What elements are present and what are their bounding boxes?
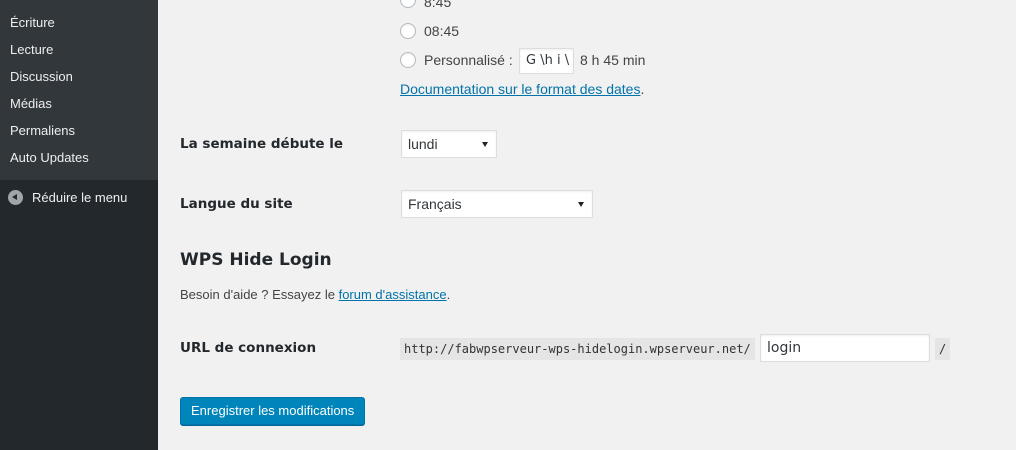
login-url-base: http://fabwpserveur-wps-hidelogin.wpserv… bbox=[400, 338, 755, 360]
custom-time-format-input[interactable]: G \h i \ bbox=[519, 48, 574, 74]
time-format-radio-custom[interactable] bbox=[400, 52, 416, 68]
time-format-label-2: 08:45 bbox=[424, 23, 460, 39]
time-format-label-custom: Personnalisé : bbox=[424, 52, 513, 68]
sidebar-item-discussion[interactable]: Discussion bbox=[10, 67, 73, 87]
week-start-select[interactable]: lundi bbox=[401, 130, 497, 158]
site-language-label: Langue du site bbox=[180, 196, 293, 212]
help-prefix: Besoin d'aide ? Essayez le bbox=[180, 287, 339, 302]
week-start-value: lundi bbox=[408, 136, 438, 152]
login-slug-input[interactable]: login bbox=[760, 334, 930, 362]
help-suffix: . bbox=[446, 287, 451, 302]
support-forum-link[interactable]: forum d'assistance bbox=[339, 287, 447, 302]
time-format-radio-2[interactable] bbox=[400, 23, 416, 39]
collapse-menu-label: Réduire le menu bbox=[32, 190, 128, 205]
time-format-label-1: 8:45 bbox=[424, 0, 452, 10]
settings-submenu: Écriture Lecture Discussion Médias Perma… bbox=[0, 0, 158, 180]
custom-time-preview: 8 h 45 min bbox=[580, 52, 646, 68]
collapse-menu-button[interactable]: Réduire le menu bbox=[0, 185, 158, 209]
settings-content: 8:45 08:45 Personnalisé : G \h i \ 8 h 4… bbox=[158, 0, 1016, 450]
dropdown-arrow-icon bbox=[482, 142, 488, 147]
date-format-doc-link[interactable]: Documentation sur le format des dates bbox=[400, 81, 640, 97]
collapse-arrow-icon bbox=[8, 190, 23, 205]
dropdown-arrow-icon bbox=[578, 202, 584, 207]
sidebar-item-writing[interactable]: Écriture bbox=[10, 13, 55, 33]
wps-help-text: Besoin d'aide ? Essayez le forum d'assis… bbox=[180, 285, 450, 305]
time-format-radio-1[interactable] bbox=[400, 0, 416, 8]
sidebar-item-media[interactable]: Médias bbox=[10, 94, 52, 114]
sidebar-item-auto-updates[interactable]: Auto Updates bbox=[10, 148, 89, 168]
site-language-select[interactable]: Français bbox=[401, 190, 593, 218]
doc-link-suffix: . bbox=[640, 81, 645, 97]
site-language-value: Français bbox=[408, 196, 462, 212]
admin-sidebar: Écriture Lecture Discussion Médias Perma… bbox=[0, 0, 158, 450]
date-format-doc-line: Documentation sur le format des dates. bbox=[400, 79, 644, 99]
sidebar-item-reading[interactable]: Lecture bbox=[10, 40, 53, 60]
week-start-label: La semaine débute le bbox=[180, 136, 344, 152]
login-url-label: URL de connexion bbox=[180, 340, 317, 356]
save-changes-button[interactable]: Enregistrer les modifications bbox=[180, 397, 366, 425]
wps-hide-login-heading: WPS Hide Login bbox=[180, 250, 332, 270]
login-url-slash: / bbox=[935, 338, 951, 360]
sidebar-item-permalinks[interactable]: Permaliens bbox=[10, 121, 75, 141]
